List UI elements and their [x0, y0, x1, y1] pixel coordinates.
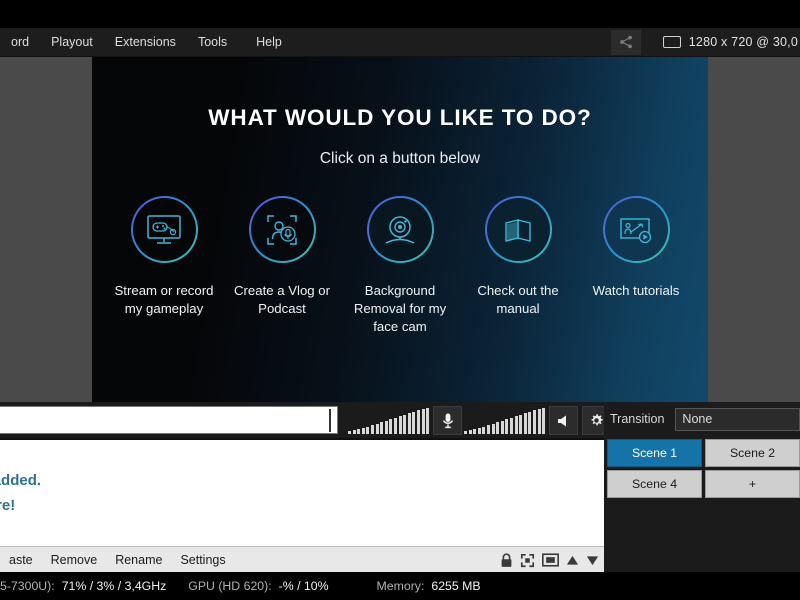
source-rename[interactable]: Rename — [106, 547, 171, 573]
cpu-label: 5-7300U): — [0, 579, 55, 593]
menu-help[interactable]: Help — [238, 28, 293, 57]
sources-panel[interactable]: rce added. e here! aste Remove Rename Se… — [0, 438, 604, 572]
transition-row: Transition None — [604, 402, 800, 436]
sources-empty-message: rce added. e here! — [0, 468, 166, 518]
welcome-button-label: Background Removal for my face cam — [353, 283, 447, 334]
icon-ring — [484, 196, 552, 263]
speaker-group — [464, 406, 612, 435]
menu-playout[interactable]: Playout — [40, 28, 104, 57]
welcome-overlay: WHAT WOULD YOU LIKE TO DO? Click on a bu… — [92, 57, 708, 402]
welcome-button-label: Check out the manual — [477, 283, 559, 316]
book-manual-icon — [486, 198, 550, 261]
welcome-button-label: Watch tutorials — [592, 283, 680, 298]
timeline-field[interactable] — [0, 406, 338, 434]
scene-button-2[interactable]: Scene 2 — [705, 439, 800, 467]
gameplay-monitor-icon — [132, 198, 196, 261]
source-settings[interactable]: Settings — [171, 547, 234, 573]
mic-group — [348, 406, 463, 435]
resolution-label: 1280 x 720 @ 30,0 — [688, 35, 798, 49]
gpu-label: GPU (HD 620): — [188, 579, 272, 593]
speaker-level-meter — [464, 407, 546, 434]
scene-grid: Scene 1 Scene 2 Scene 4 + — [604, 436, 800, 498]
icon-ring — [130, 196, 198, 263]
icon-ring — [248, 196, 316, 263]
webcam-icon — [368, 198, 432, 261]
timeline-caret — [329, 409, 331, 432]
welcome-title: WHAT WOULD YOU LIKE TO DO? — [208, 105, 592, 130]
cpu-value: 71% / 3% / 3,4GHz — [61, 579, 167, 593]
memory-status: Memory: 6255 MB — [377, 579, 481, 593]
tutorial-play-icon — [604, 198, 668, 261]
icon-ring — [602, 196, 670, 263]
move-down-icon[interactable] — [586, 554, 599, 567]
gpu-status: GPU (HD 620): -% / 10% — [188, 579, 328, 593]
microphone-icon[interactable] — [433, 406, 463, 435]
cpu-status: 5-7300U): 71% / 3% / 3,4GHz — [0, 579, 166, 593]
welcome-button-vlog[interactable]: Create a Vlog or Podcast — [223, 196, 341, 318]
welcome-button-manual[interactable]: Check out the manual — [459, 196, 577, 318]
sources-empty-line1: rce added. — [0, 472, 42, 489]
title-bar-strip — [0, 0, 800, 28]
lock-icon[interactable] — [500, 552, 513, 568]
gpu-value: -% / 10% — [278, 579, 329, 593]
sources-empty-line2: e here! — [0, 497, 16, 514]
scene-button-1[interactable]: Scene 1 — [607, 439, 702, 467]
welcome-button-label: Stream or record my gameplay — [114, 283, 214, 316]
welcome-subtitle: Click on a button below — [319, 150, 481, 167]
menu-bar: ord Playout Extensions Tools Help 1280 x… — [0, 28, 800, 57]
welcome-button-gameplay[interactable]: Stream or record my gameplay — [105, 196, 223, 318]
speaker-icon[interactable] — [549, 406, 579, 435]
sources-toolbar: aste Remove Rename Settings — [0, 546, 604, 572]
window-frame-icon[interactable] — [542, 553, 559, 567]
scene-panel: Transition None Scene 1 Scene 2 Scene 4 … — [604, 402, 800, 600]
welcome-button-background-removal[interactable]: Background Removal for my face cam — [341, 196, 459, 336]
icon-ring — [366, 196, 434, 263]
transition-select[interactable]: None — [675, 407, 800, 431]
welcome-button-row: Stream or record my gameplay Create a Vl… — [92, 196, 708, 336]
sources-icon-group — [500, 547, 599, 573]
status-bar: 5-7300U): 71% / 3% / 3,4GHz GPU (HD 620)… — [0, 572, 800, 600]
memory-value: 6255 MB — [431, 579, 481, 593]
welcome-button-tutorials[interactable]: Watch tutorials — [577, 196, 695, 300]
menu-tools[interactable]: Tools — [187, 28, 238, 57]
menu-record[interactable]: ord — [0, 28, 40, 57]
vlog-person-mic-icon — [250, 198, 314, 261]
move-up-icon[interactable] — [566, 554, 579, 567]
monitor-icon — [662, 36, 681, 48]
fit-screen-icon[interactable] — [520, 553, 535, 568]
transition-label: Transition — [610, 412, 665, 426]
welcome-button-label: Create a Vlog or Podcast — [233, 283, 331, 316]
preview-stage: WHAT WOULD YOU LIKE TO DO? Click on a bu… — [0, 57, 800, 402]
mic-level-meter — [348, 407, 430, 434]
source-paste[interactable]: aste — [0, 547, 42, 573]
menu-right-group: 1280 x 720 @ 30,0 — [610, 28, 800, 57]
resolution-indicator[interactable]: 1280 x 720 @ 30,0 — [662, 35, 798, 49]
memory-label: Memory: — [376, 579, 425, 593]
app-window: ord Playout Extensions Tools Help 1280 x… — [0, 0, 800, 600]
preview-canvas[interactable]: WHAT WOULD YOU LIKE TO DO? Click on a bu… — [92, 57, 708, 402]
share-icon[interactable] — [610, 29, 641, 55]
scene-button-4[interactable]: Scene 4 — [607, 470, 702, 498]
scene-add-button[interactable]: + — [705, 470, 800, 498]
source-remove[interactable]: Remove — [42, 547, 107, 573]
menu-extensions[interactable]: Extensions — [104, 28, 187, 57]
